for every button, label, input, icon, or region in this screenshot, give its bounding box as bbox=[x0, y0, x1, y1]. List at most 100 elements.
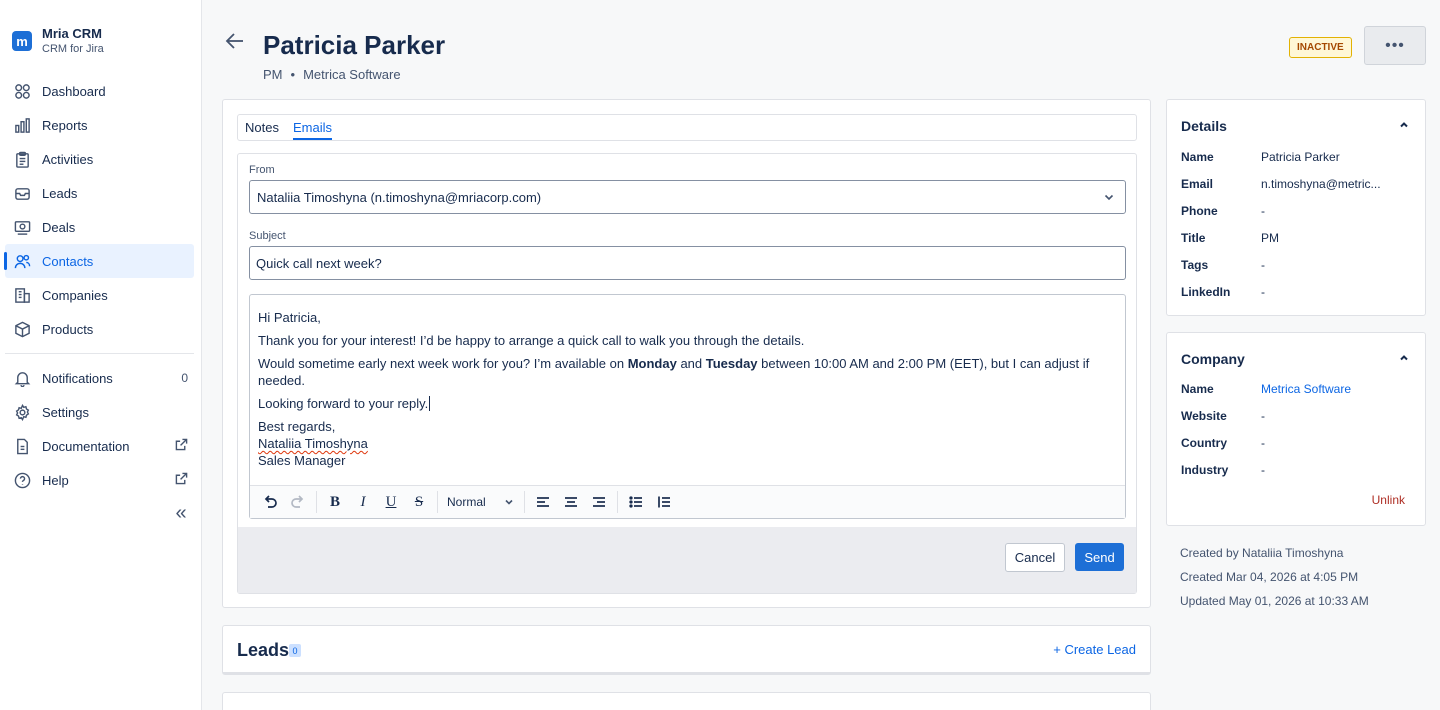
sidebar-item-contacts[interactable]: Contacts bbox=[4, 244, 194, 278]
editor-toolbar: B I U S Normal bbox=[250, 485, 1125, 518]
activity-tabs: Notes Emails bbox=[237, 114, 1137, 141]
sidebar-item-settings[interactable]: Settings bbox=[5, 395, 194, 429]
detail-key: Tags bbox=[1181, 258, 1209, 272]
detail-key: Email bbox=[1181, 177, 1214, 191]
app-logo-icon: m bbox=[12, 31, 32, 51]
tab-notes[interactable]: Notes bbox=[245, 120, 279, 140]
tab-emails[interactable]: Emails bbox=[292, 120, 332, 140]
sidebar-item-products[interactable]: Products bbox=[5, 312, 194, 346]
bell-icon bbox=[13, 369, 31, 387]
subject-label: Subject bbox=[249, 230, 286, 242]
align-right-icon[interactable] bbox=[585, 489, 613, 515]
text-style-value: Normal bbox=[447, 495, 486, 509]
chevron-down-icon bbox=[1103, 191, 1115, 206]
sidebar-item-label: Leads bbox=[42, 185, 78, 201]
align-center-icon[interactable] bbox=[557, 489, 585, 515]
external-link-icon bbox=[175, 472, 188, 488]
detail-value: - bbox=[1261, 285, 1265, 299]
sidebar-item-notifications[interactable]: Notifications 0 bbox=[5, 361, 194, 395]
sidebar-item-companies[interactable]: Companies bbox=[5, 278, 194, 312]
detail-row: Tags - bbox=[1181, 258, 1401, 272]
company-row: Name Metrica Software bbox=[1181, 382, 1401, 396]
detail-key: Phone bbox=[1181, 204, 1218, 218]
company-key: Industry bbox=[1181, 463, 1229, 477]
updated-at-text: Updated May 01, 2026 at 10:33 AM bbox=[1180, 594, 1369, 608]
gear-icon bbox=[13, 403, 31, 421]
back-arrow-icon[interactable] bbox=[224, 30, 248, 54]
bold-button[interactable]: B bbox=[321, 489, 349, 515]
text-style-select[interactable]: Normal bbox=[442, 489, 520, 515]
sidebar-item-reports[interactable]: Reports bbox=[5, 108, 194, 142]
numbered-list-icon[interactable] bbox=[650, 489, 678, 515]
company-row: Industry - bbox=[1181, 463, 1401, 477]
detail-row: LinkedIn - bbox=[1181, 285, 1401, 299]
leads-count-badge: 0 bbox=[289, 644, 301, 657]
chevron-up-icon[interactable] bbox=[1399, 118, 1409, 133]
sidebar-item-label: Contacts bbox=[42, 253, 94, 269]
body-text: and bbox=[676, 356, 706, 371]
detail-value: Patricia Parker bbox=[1261, 150, 1340, 164]
underline-button[interactable]: U bbox=[377, 489, 405, 515]
activity-card: Notes Emails From Nataliia Timoshyna (n.… bbox=[222, 99, 1151, 608]
detail-value: - bbox=[1261, 258, 1265, 272]
more-actions-button[interactable]: ••• bbox=[1364, 26, 1426, 65]
sidebar-item-label: Notifications bbox=[42, 370, 113, 386]
send-button[interactable]: Send bbox=[1075, 543, 1124, 571]
company-value: - bbox=[1261, 463, 1265, 477]
sidebar-item-dashboard[interactable]: Dashboard bbox=[5, 74, 194, 108]
undo-icon[interactable] bbox=[256, 489, 284, 515]
from-label: From bbox=[249, 164, 275, 176]
cancel-button[interactable]: Cancel bbox=[1005, 543, 1065, 572]
detail-value: PM bbox=[1261, 231, 1279, 245]
company-row: Website - bbox=[1181, 409, 1401, 423]
unlink-button[interactable]: Unlink bbox=[1372, 493, 1405, 507]
detail-row: Title PM bbox=[1181, 231, 1401, 245]
from-select[interactable]: Nataliia Timoshyna (n.timoshyna@mriacorp… bbox=[249, 180, 1126, 214]
document-icon bbox=[13, 437, 31, 455]
strikethrough-button[interactable]: S bbox=[405, 489, 433, 515]
brand-text: Mria CRM CRM for Jira bbox=[42, 27, 104, 56]
app-subtitle: CRM for Jira bbox=[42, 43, 104, 55]
brand[interactable]: m Mria CRM CRM for Jira bbox=[0, 0, 201, 74]
company-key: Website bbox=[1181, 409, 1227, 423]
dashboard-icon bbox=[13, 82, 31, 100]
email-body[interactable]: Hi Patricia, Thank you for your interest… bbox=[258, 309, 1095, 469]
toolbar-divider bbox=[524, 491, 525, 513]
body-text: Looking forward to your reply. bbox=[258, 396, 429, 411]
italic-button[interactable]: I bbox=[349, 489, 377, 515]
sidebar-item-help[interactable]: Help bbox=[5, 463, 194, 497]
notification-count: 0 bbox=[181, 371, 188, 385]
redo-icon[interactable] bbox=[284, 489, 312, 515]
subject-input[interactable] bbox=[249, 246, 1126, 280]
leads-title: Leads bbox=[237, 640, 290, 660]
company-key: Name bbox=[1181, 382, 1214, 396]
sidebar-item-label: Companies bbox=[42, 287, 108, 303]
company-key: Country bbox=[1181, 436, 1227, 450]
email-body-editor[interactable]: Hi Patricia, Thank you for your interest… bbox=[249, 294, 1126, 519]
sidebar-item-label: Activities bbox=[42, 151, 94, 167]
body-line-1: Thank you for your interest! I’d be happ… bbox=[258, 333, 805, 348]
sidebar-item-activities[interactable]: Activities bbox=[5, 142, 194, 176]
status-badge: INACTIVE bbox=[1289, 37, 1352, 58]
sidebar-item-documentation[interactable]: Documentation bbox=[5, 429, 194, 463]
sidebar-item-label: Help bbox=[42, 472, 69, 488]
sidebar-item-deals[interactable]: Deals bbox=[5, 210, 194, 244]
detail-row: Name Patricia Parker bbox=[1181, 150, 1401, 164]
bullet-list-icon[interactable] bbox=[622, 489, 650, 515]
align-left-icon[interactable] bbox=[529, 489, 557, 515]
signature-closing: Best regards, bbox=[258, 419, 336, 434]
body-bold-text: Tuesday bbox=[705, 356, 758, 371]
create-lead-button[interactable]: + Create Lead bbox=[1053, 642, 1136, 657]
chevron-down-icon bbox=[505, 499, 513, 505]
contact-role: PM bbox=[263, 67, 283, 82]
sidebar-item-leads[interactable]: Leads bbox=[5, 176, 194, 210]
toolbar-divider bbox=[437, 491, 438, 513]
company-name-link[interactable]: Metrica Software bbox=[1261, 382, 1401, 396]
next-section bbox=[222, 692, 1151, 710]
detail-value: - bbox=[1261, 204, 1265, 218]
created-by-text: Created by Nataliia Timoshyna bbox=[1180, 546, 1344, 560]
collapse-sidebar-icon[interactable]: « bbox=[170, 502, 192, 524]
chevron-up-icon[interactable] bbox=[1399, 351, 1409, 366]
detail-value: n.timoshyna@metric... bbox=[1261, 177, 1381, 191]
detail-row: Phone - bbox=[1181, 204, 1401, 218]
